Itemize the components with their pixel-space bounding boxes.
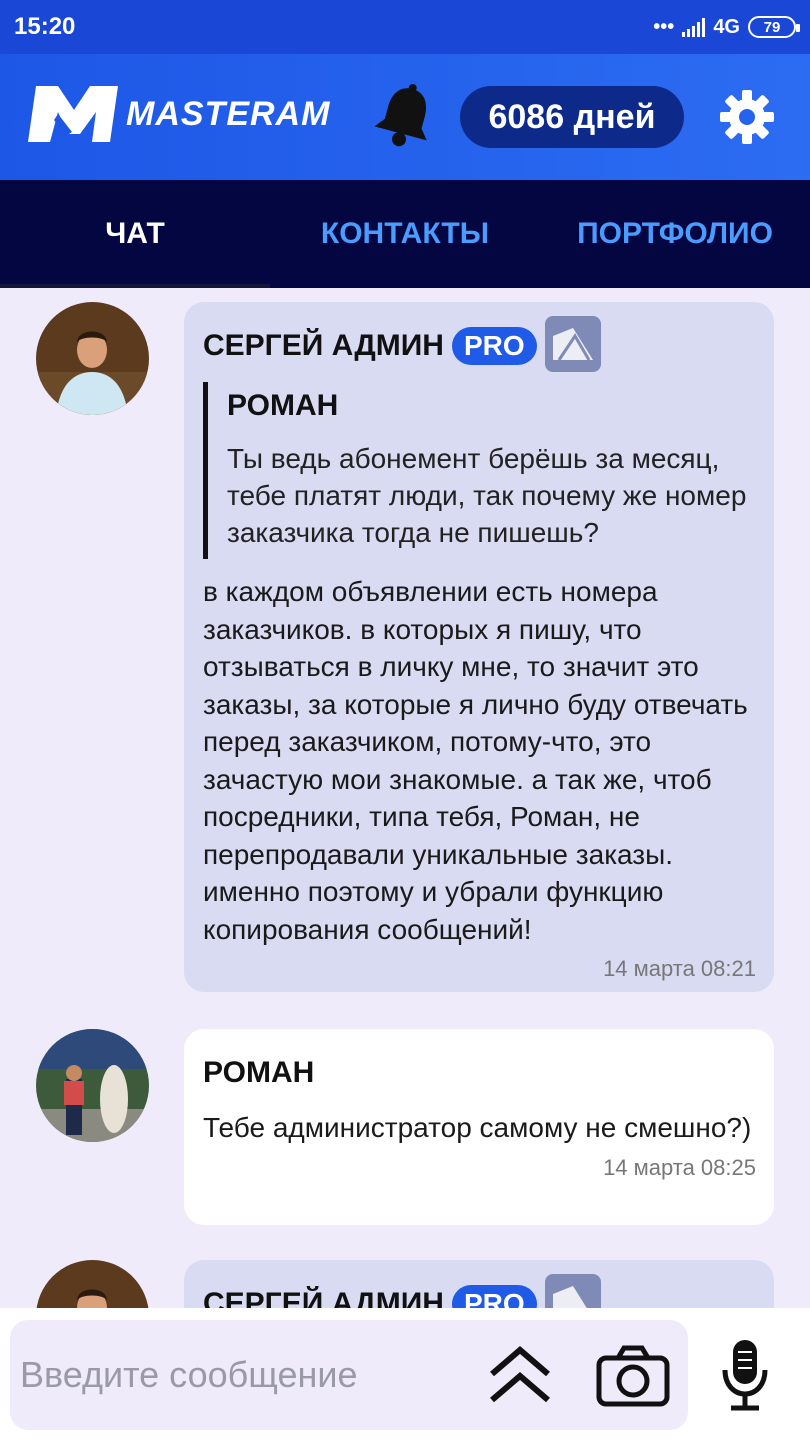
tab-portfolio[interactable]: ПОРТФОЛИО	[540, 180, 810, 288]
message-time: 14 марта 08:25	[603, 1154, 756, 1180]
message-input-box	[10, 1320, 688, 1430]
message-bubble[interactable]: СЕРГЕЙ АДМИН PRO РОМАН Ты ведь абонемент…	[184, 302, 774, 992]
app-header: MASTERAM 6086 дней	[0, 54, 810, 180]
quoted-text: Ты ведь абонемент берёшь за месяц, тебе …	[227, 443, 747, 548]
settings-button[interactable]	[718, 88, 776, 151]
pro-logo-icon	[544, 1273, 601, 1308]
pro-logo-icon	[544, 315, 601, 377]
camera-button[interactable]	[596, 1344, 670, 1413]
signal-icon	[682, 17, 706, 37]
message-text: Тебе администратор самому не смешно?)	[203, 1112, 752, 1143]
logo-mark-icon	[28, 86, 118, 142]
message-author[interactable]: РОМАН	[203, 1056, 314, 1090]
gear-icon	[720, 90, 774, 144]
microphone-button[interactable]	[722, 1338, 768, 1417]
status-bar: 15:20 ••• 4G 79	[0, 0, 810, 54]
scroll-up-button[interactable]	[488, 1344, 552, 1411]
message-header: СЕРГЕЙ АДМИН PRO	[203, 1273, 756, 1308]
scroll-up-icon	[490, 1346, 550, 1403]
message-bubble[interactable]: РОМАН Тебе администратор самому не смешн…	[184, 1029, 774, 1225]
message-time: 14 марта 08:21	[603, 956, 756, 981]
logo-text: MASTERAM	[126, 94, 331, 133]
app-logo[interactable]: MASTERAM	[28, 84, 330, 144]
chat-list[interactable]: СЕРГЕЙ АДМИН PRO РОМАН Ты ведь абонемент…	[0, 288, 810, 1308]
camera-icon	[596, 1345, 670, 1407]
dots-icon: •••	[653, 15, 675, 38]
message-header: СЕРГЕЙ АДМИН PRO	[203, 315, 756, 372]
pro-badge: PRO	[451, 1285, 537, 1308]
microphone-icon	[722, 1340, 768, 1411]
message-author[interactable]: СЕРГЕЙ АДМИН	[203, 329, 444, 363]
notifications-button[interactable]	[372, 82, 438, 157]
battery-level: 79	[763, 18, 781, 36]
battery-icon: 79	[748, 16, 800, 38]
quoted-message[interactable]: РОМАН Ты ведь абонемент берёшь за месяц,…	[203, 382, 756, 559]
status-indicators: ••• 4G 79	[653, 15, 800, 39]
message-composer	[0, 1308, 810, 1440]
avatar[interactable]	[36, 1260, 149, 1308]
tab-chat[interactable]: ЧАТ	[0, 180, 270, 288]
message-header: РОМАН	[203, 1051, 756, 1095]
message-author[interactable]: СЕРГЕЙ АДМИН	[203, 1287, 444, 1308]
status-time: 15:20	[14, 13, 76, 40]
pro-badge: PRO	[451, 327, 537, 365]
message-text: в каждом объявлении есть номера заказчик…	[203, 576, 748, 945]
network-type: 4G	[713, 15, 740, 38]
tab-contacts[interactable]: КОНТАКТЫ	[270, 180, 540, 288]
bell-icon	[374, 84, 427, 147]
message-input[interactable]	[20, 1346, 470, 1404]
avatar[interactable]	[36, 302, 149, 415]
message-bubble[interactable]: СЕРГЕЙ АДМИН PRO	[184, 1260, 774, 1308]
quoted-author: РОМАН	[227, 389, 339, 422]
avatar[interactable]	[36, 1029, 149, 1142]
tab-bar: ЧАТ КОНТАКТЫ ПОРТФОЛИО	[0, 180, 810, 288]
days-counter[interactable]: 6086 дней	[460, 86, 684, 148]
